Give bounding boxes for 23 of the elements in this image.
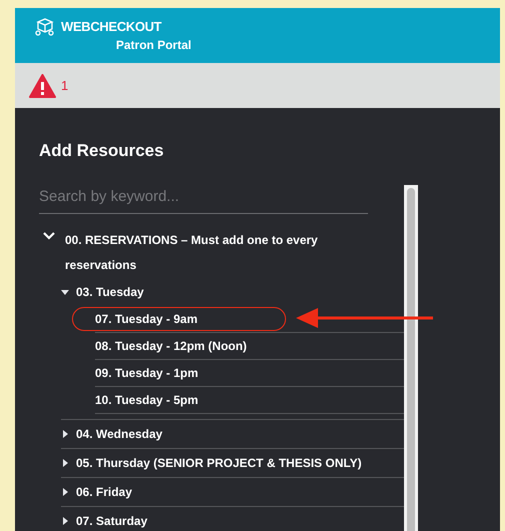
tree-item[interactable]: 07. Tuesday - 9am (72, 306, 286, 330)
tree-item[interactable]: 07. Saturday (76, 512, 148, 530)
tree-item[interactable]: 10. Tuesday - 5pm (95, 388, 198, 412)
caret-right-icon[interactable] (61, 459, 69, 467)
tree-item[interactable]: 00. RESERVATIONS – Must add one to every reservations (61, 228, 381, 278)
tree-item[interactable]: 04. Wednesday (76, 425, 162, 443)
cart-icon (35, 18, 55, 36)
caret-right-icon[interactable] (61, 430, 69, 438)
tree-item[interactable]: 05. Thursday (SENIOR PROJECT & THESIS ONLY) (76, 454, 362, 472)
tree-item[interactable]: 08. Tuesday - 12pm (Noon) (95, 334, 247, 358)
brand-logo: WEBCHECKOUT (61, 18, 162, 36)
caret-right-icon[interactable] (61, 488, 69, 496)
caret-right-icon[interactable] (61, 517, 69, 525)
caret-down-icon[interactable] (61, 288, 69, 296)
chevron-down-icon[interactable] (43, 232, 55, 240)
tree-item[interactable]: 06. Friday (76, 483, 132, 501)
portal-subtitle: Patron Portal (116, 36, 192, 54)
warning-icon[interactable] (29, 74, 56, 98)
tree-item[interactable]: 09. Tuesday - 1pm (95, 361, 198, 385)
search-field[interactable]: Search by keyword... (39, 186, 368, 214)
scrollbar[interactable] (404, 185, 418, 531)
panel-title: Add Resources (39, 140, 165, 162)
tree-item[interactable]: 03. Tuesday (76, 282, 144, 300)
